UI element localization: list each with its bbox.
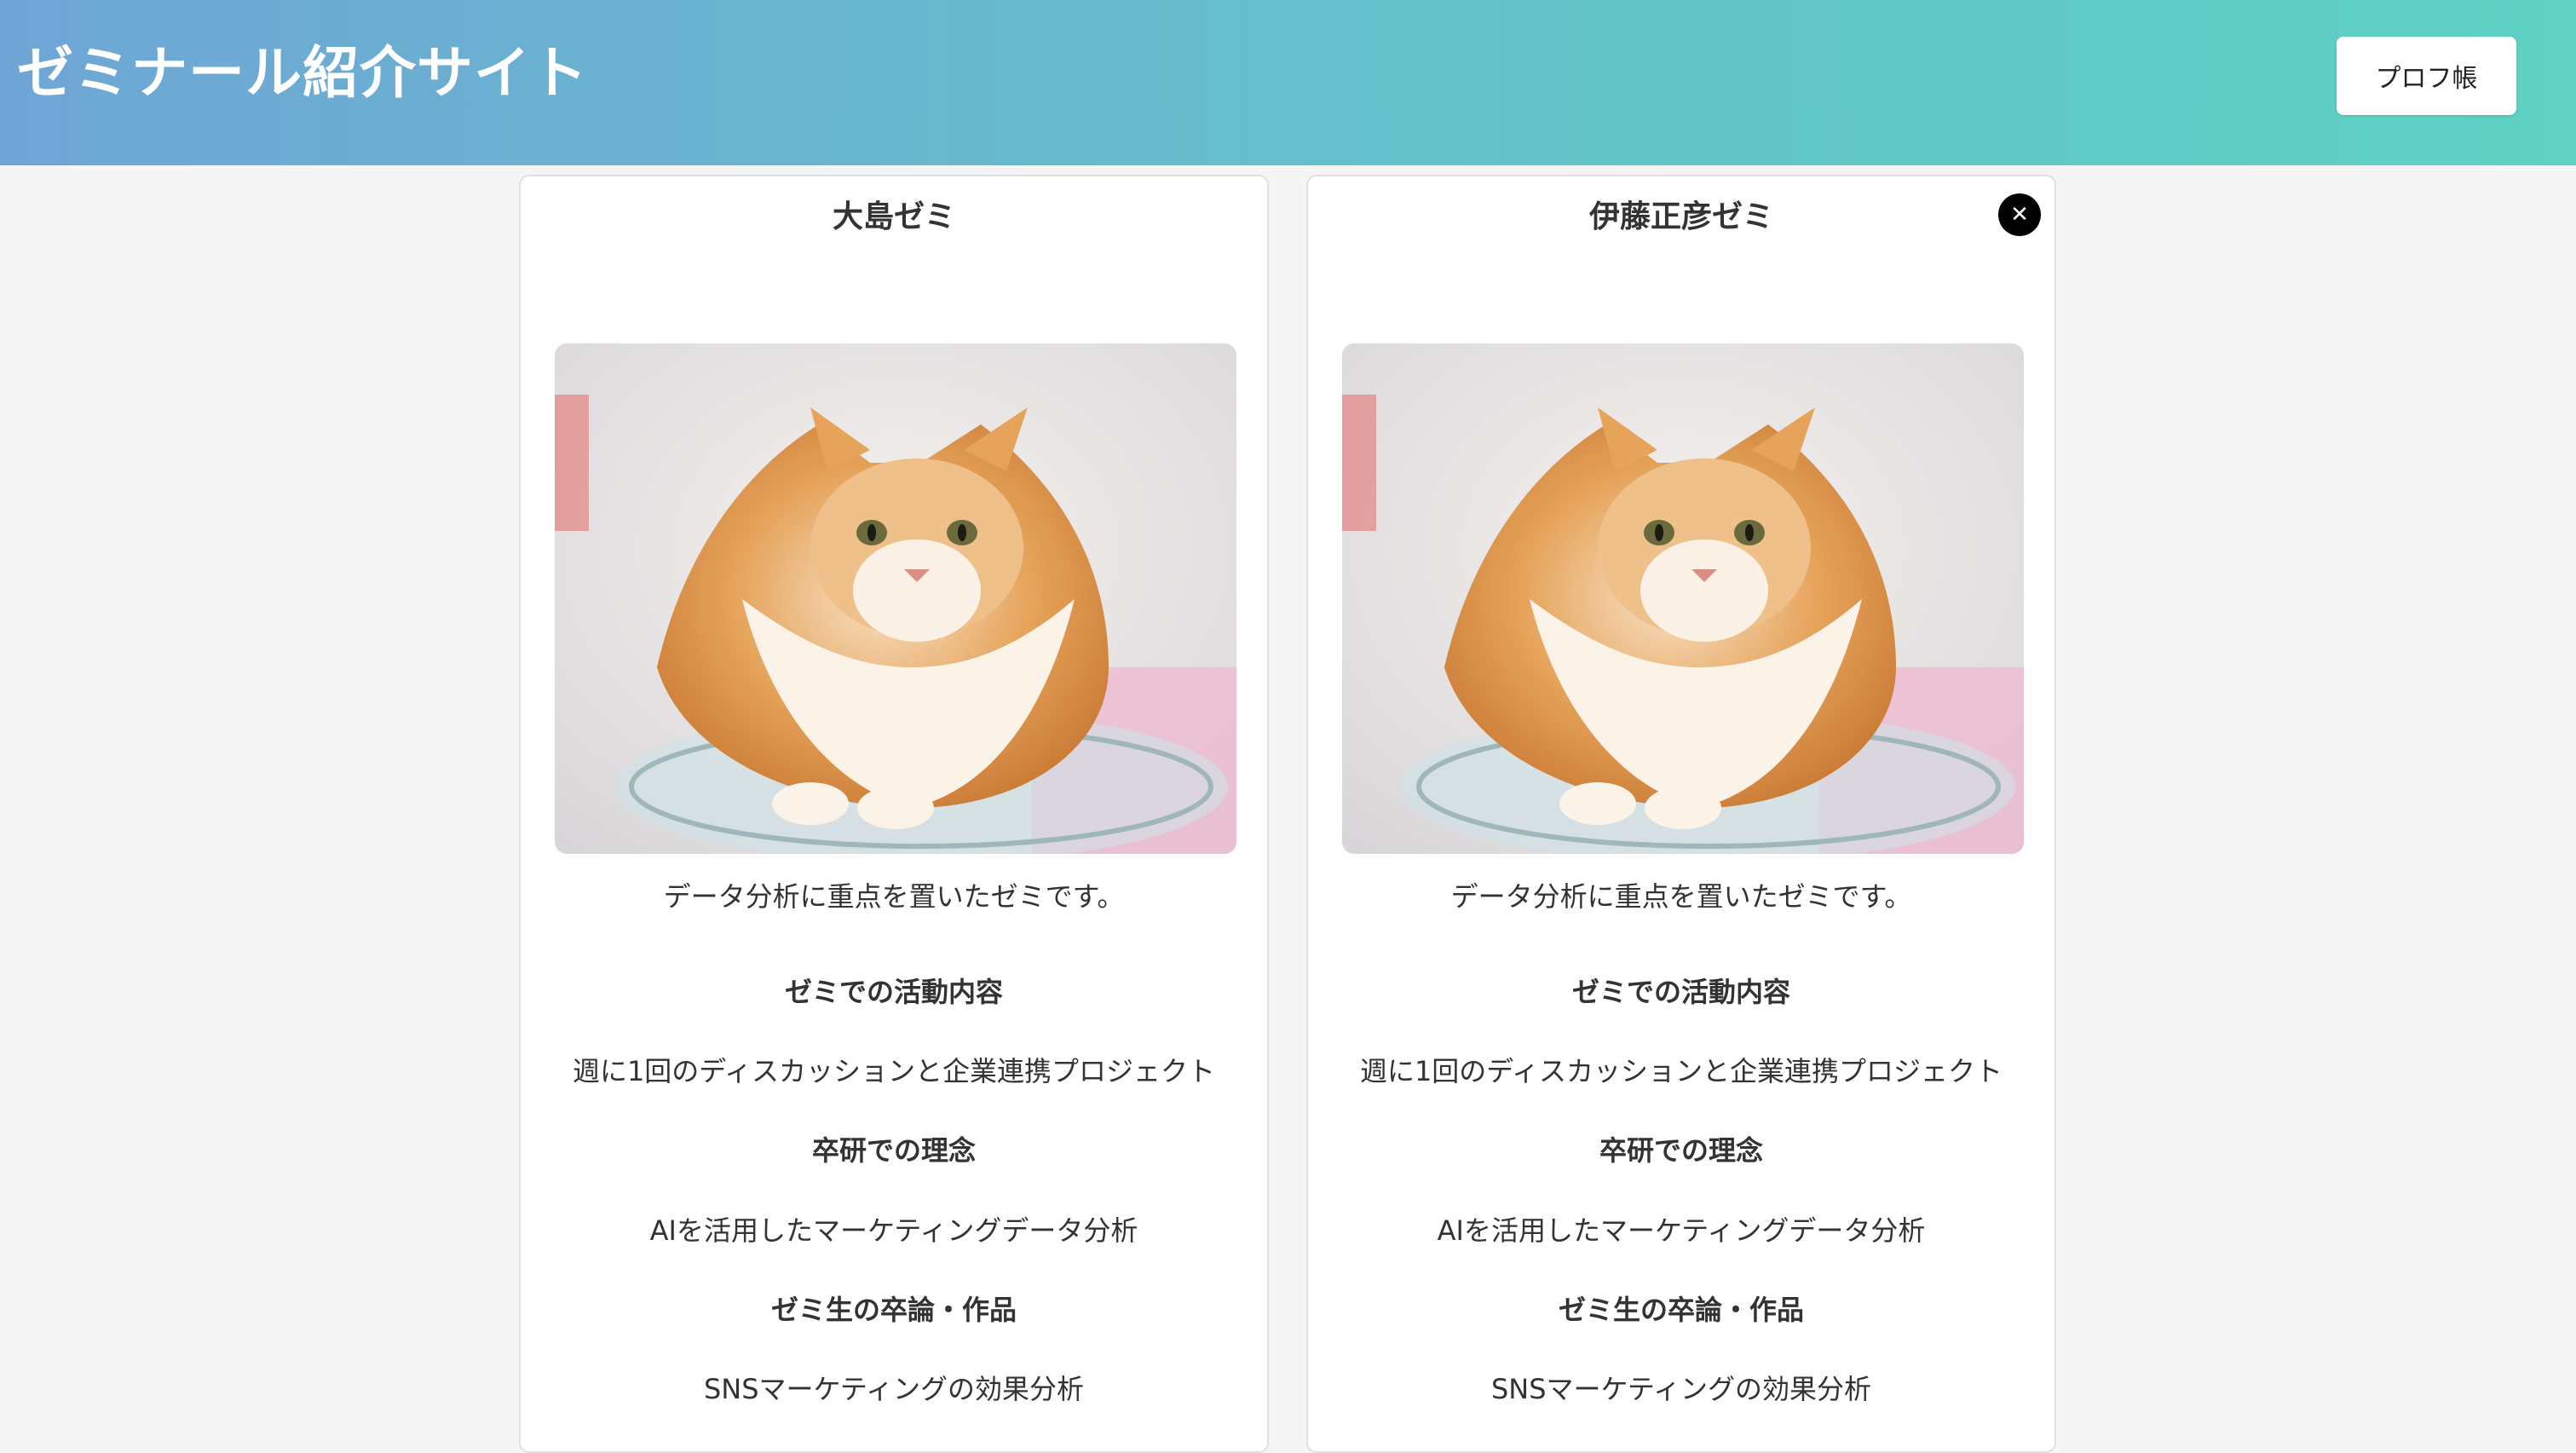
seminar-description: データ分析に重点を置いたゼミです。 bbox=[1450, 880, 1912, 913]
works-text: SNSマーケティングの効果分析 bbox=[703, 1373, 1084, 1405]
seminar-card: ✕ 伊藤正彦ゼミ データ分析に重点を置いたゼミです。 ゼミでの活動内容 週に1回… bbox=[1306, 175, 2056, 1453]
cat-photo bbox=[1342, 343, 2024, 854]
site-header: ゼミナール紹介サイト プロフ帳 bbox=[0, 0, 2576, 165]
activity-heading: ゼミでの活動内容 bbox=[784, 976, 1003, 1008]
philosophy-text: AIを活用したマーケティングデータ分析 bbox=[649, 1214, 1138, 1247]
works-text: SNSマーケティングの効果分析 bbox=[1490, 1373, 1871, 1405]
philosophy-heading: 卒研での理念 bbox=[811, 1134, 976, 1167]
seminar-name: 伊藤正彦ゼミ bbox=[1588, 199, 1773, 234]
works-heading: ゼミ生の卒論・作品 bbox=[1558, 1294, 1804, 1326]
philosophy-heading: 卒研での理念 bbox=[1599, 1134, 1763, 1167]
activity-text: 週に1回のディスカッションと企業連携プロジェクト bbox=[572, 1055, 1216, 1087]
activity-heading: ゼミでの活動内容 bbox=[1571, 976, 1790, 1008]
seminar-description: データ分析に重点を置いたゼミです。 bbox=[663, 880, 1125, 913]
profile-book-button[interactable]: プロフ帳 bbox=[2337, 37, 2516, 115]
seminar-card: 大島ゼミ データ分析に重点を置いたゼミです。 ゼミでの活動内容 週に1回のディス… bbox=[519, 175, 1269, 1453]
works-heading: ゼミ生の卒論・作品 bbox=[770, 1294, 1017, 1326]
seminar-name: 大島ゼミ bbox=[832, 199, 955, 234]
cat-photo bbox=[555, 343, 1236, 854]
philosophy-text: AIを活用したマーケティングデータ分析 bbox=[1437, 1214, 1926, 1247]
site-title: ゼミナール紹介サイト bbox=[17, 40, 588, 106]
activity-text: 週に1回のディスカッションと企業連携プロジェクト bbox=[1359, 1055, 2003, 1087]
